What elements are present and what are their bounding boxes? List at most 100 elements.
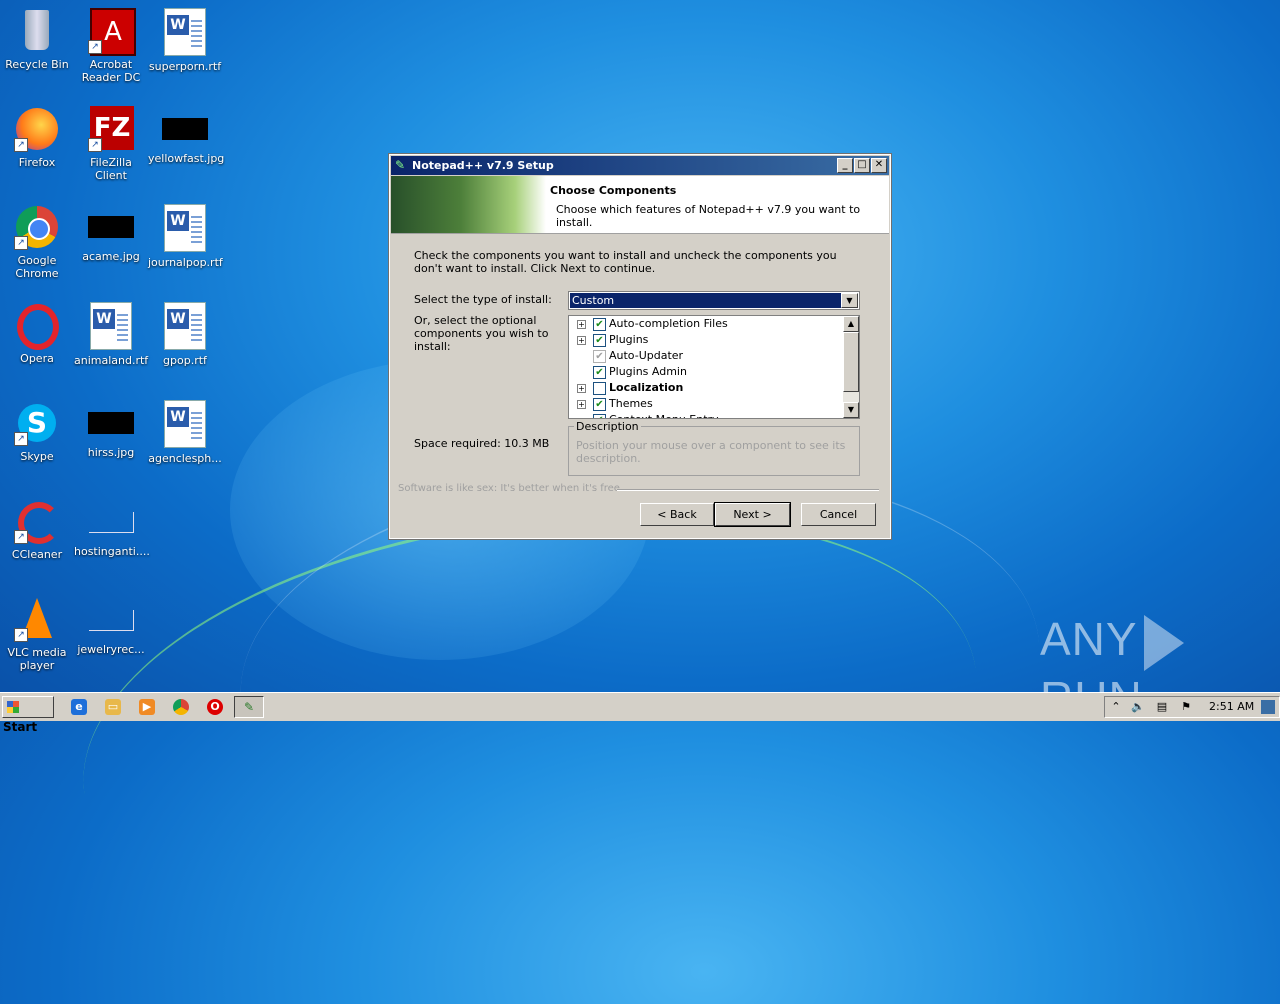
desktop-icon-hostinganti[interactable]: hostinganti....: [74, 498, 150, 558]
expand-icon[interactable]: +: [577, 384, 586, 393]
desktop-icon-yellowfast[interactable]: yellowfast.jpg: [148, 106, 224, 165]
component-checkbox[interactable]: ✔: [593, 398, 606, 411]
vlc-icon: ↗: [14, 596, 60, 642]
optional-components-label: Or, select the optional components you w…: [414, 314, 549, 353]
component-checkbox[interactable]: [593, 382, 606, 395]
word-document-icon: W: [164, 204, 206, 252]
notepadpp-icon: ✎: [395, 158, 406, 172]
image-thumbnail: [88, 216, 134, 238]
maximize-button[interactable]: □: [854, 158, 870, 173]
image-thumbnail: [162, 118, 208, 140]
scroll-down-button[interactable]: ▼: [843, 402, 859, 418]
description-box: Description Position your mouse over a c…: [568, 420, 860, 476]
shortcut-arrow-icon: ↗: [14, 138, 28, 152]
opera-taskbar-icon[interactable]: O: [207, 699, 223, 715]
component-label: Themes: [609, 397, 653, 410]
header-banner-image: [391, 176, 546, 233]
system-tray: ⌃ 🔈 ▤ ⚑ 2:51 AM: [1104, 696, 1280, 718]
tree-scrollbar[interactable]: ▲ ▼: [843, 316, 859, 418]
taskbar: Start e ▭ ▶ O ✎ ⌃ 🔈 ▤ ⚑ 2:51 AM: [0, 692, 1280, 734]
desktop-icon-skype[interactable]: S ↗ Skype: [0, 400, 74, 463]
shortcut-arrow-icon: ↗: [14, 432, 28, 446]
blank-file-icon: [88, 610, 134, 631]
header-title: Choose Components: [550, 184, 677, 197]
media-player-icon[interactable]: ▶: [139, 699, 155, 715]
desktop-icon-firefox[interactable]: ↗ Firefox: [0, 106, 74, 169]
desktop-icon-ccleaner[interactable]: ↗ CCleaner: [0, 498, 74, 561]
word-document-icon: W: [164, 302, 206, 350]
chevron-up-icon[interactable]: ⌃: [1109, 700, 1123, 714]
shortcut-arrow-icon: ↗: [88, 40, 102, 54]
space-required: Space required: 10.3 MB: [414, 437, 550, 450]
shortcut-arrow-icon: ↗: [14, 530, 28, 544]
cancel-button[interactable]: Cancel: [801, 503, 876, 526]
blank-file-icon: [88, 512, 134, 533]
filezilla-icon: FZ ↗: [88, 106, 134, 152]
network-icon[interactable]: ▤: [1155, 700, 1169, 714]
desktop-icon-filezilla[interactable]: FZ ↗ FileZilla Client: [74, 106, 148, 182]
desktop-icon-vlc[interactable]: ↗ VLC media player: [0, 596, 74, 672]
start-button[interactable]: Start: [2, 696, 54, 734]
component-label: Context Menu Entry: [609, 412, 719, 418]
install-type-value: Custom: [570, 293, 841, 308]
dialog-title: Notepad++ v7.9 Setup: [412, 159, 554, 172]
word-document-icon: W: [90, 302, 132, 350]
explorer-folder-icon[interactable]: ▭: [105, 699, 121, 715]
component-label: Auto-Updater: [609, 349, 684, 362]
skype-icon: S ↗: [14, 400, 60, 446]
ccleaner-icon: ↗: [14, 498, 60, 544]
play-icon: [1143, 614, 1184, 671]
internet-explorer-icon[interactable]: e: [71, 699, 87, 715]
component-checkbox[interactable]: ✔: [593, 414, 606, 418]
component-checkbox[interactable]: ✔: [593, 334, 606, 347]
setup-dialog: ✎ Notepad++ v7.9 Setup _ □ ✕ Choose Comp…: [388, 153, 892, 540]
component-label: Plugins Admin: [609, 365, 687, 378]
desktop-icon-recycle-bin[interactable]: Recycle Bin: [0, 8, 74, 71]
close-button[interactable]: ✕: [871, 158, 887, 173]
desktop-icon-jewelryrec[interactable]: jewelryrec...: [74, 596, 148, 656]
components-tree[interactable]: + ✔ Auto-completion Files + ✔ Plugins ✔ Auto-Up…: [568, 315, 860, 419]
back-button[interactable]: < Back: [640, 503, 714, 526]
shortcut-arrow-icon: ↗: [14, 236, 28, 250]
recycle-bin-icon: [14, 8, 60, 54]
desktop-icon-superporn[interactable]: W superporn.rtf: [148, 8, 222, 73]
next-button[interactable]: Next >: [714, 502, 791, 527]
component-checkbox[interactable]: ✔: [593, 366, 606, 379]
expand-icon[interactable]: +: [577, 336, 586, 345]
expand-icon[interactable]: +: [577, 320, 586, 329]
scroll-thumb[interactable]: [843, 332, 859, 392]
action-center-flag-icon[interactable]: ⚑: [1179, 700, 1193, 714]
desktop-icon-opera[interactable]: Opera: [0, 302, 74, 365]
scroll-up-button[interactable]: ▲: [843, 316, 859, 332]
chrome-taskbar-icon[interactable]: [173, 699, 189, 715]
intro-text: Check the components you want to install…: [414, 249, 837, 275]
firefox-icon: ↗: [14, 106, 60, 152]
image-thumbnail: [88, 412, 134, 434]
chevron-down-icon[interactable]: ▼: [841, 293, 858, 308]
desktop-icon-hirss[interactable]: hirss.jpg: [74, 400, 148, 459]
speaker-icon[interactable]: 🔈: [1131, 700, 1145, 714]
desktop-icon-acame[interactable]: acame.jpg: [74, 204, 148, 263]
notepadpp-setup-task[interactable]: ✎: [234, 696, 264, 718]
desktop-icon-chrome[interactable]: ↗ Google Chrome: [0, 204, 74, 280]
install-type-select[interactable]: Custom ▼: [568, 291, 860, 310]
opera-icon: [14, 302, 60, 350]
desktop-icon-acrobat[interactable]: A ↗ Acrobat Reader DC: [74, 8, 148, 84]
header-subtitle: Choose which features of Notepad++ v7.9 …: [556, 203, 861, 229]
shortcut-arrow-icon: ↗: [14, 628, 28, 642]
dialog-header: Choose Components Choose which features …: [391, 176, 889, 234]
show-desktop-icon[interactable]: [1261, 700, 1275, 714]
install-type-label: Select the type of install:: [414, 293, 552, 306]
minimize-button[interactable]: _: [837, 158, 853, 173]
component-checkbox[interactable]: ✔: [593, 318, 606, 331]
desktop-icon-gpop[interactable]: W gpop.rtf: [148, 302, 222, 367]
dialog-title-bar[interactable]: ✎ Notepad++ v7.9 Setup _ □ ✕: [391, 156, 889, 175]
component-label: Auto-completion Files: [609, 317, 728, 330]
desktop-icon-animaland[interactable]: W animaland.rtf: [74, 302, 148, 367]
branding-text: Software is like sex: It's better when i…: [398, 483, 620, 494]
desktop-icon-agenclesph[interactable]: W agenclesph...: [148, 400, 222, 465]
desktop-icon-journalpop[interactable]: W journalpop.rtf: [148, 204, 223, 269]
clock[interactable]: 2:51 AM: [1209, 700, 1254, 713]
divider: [617, 489, 879, 491]
expand-icon[interactable]: +: [577, 400, 586, 409]
